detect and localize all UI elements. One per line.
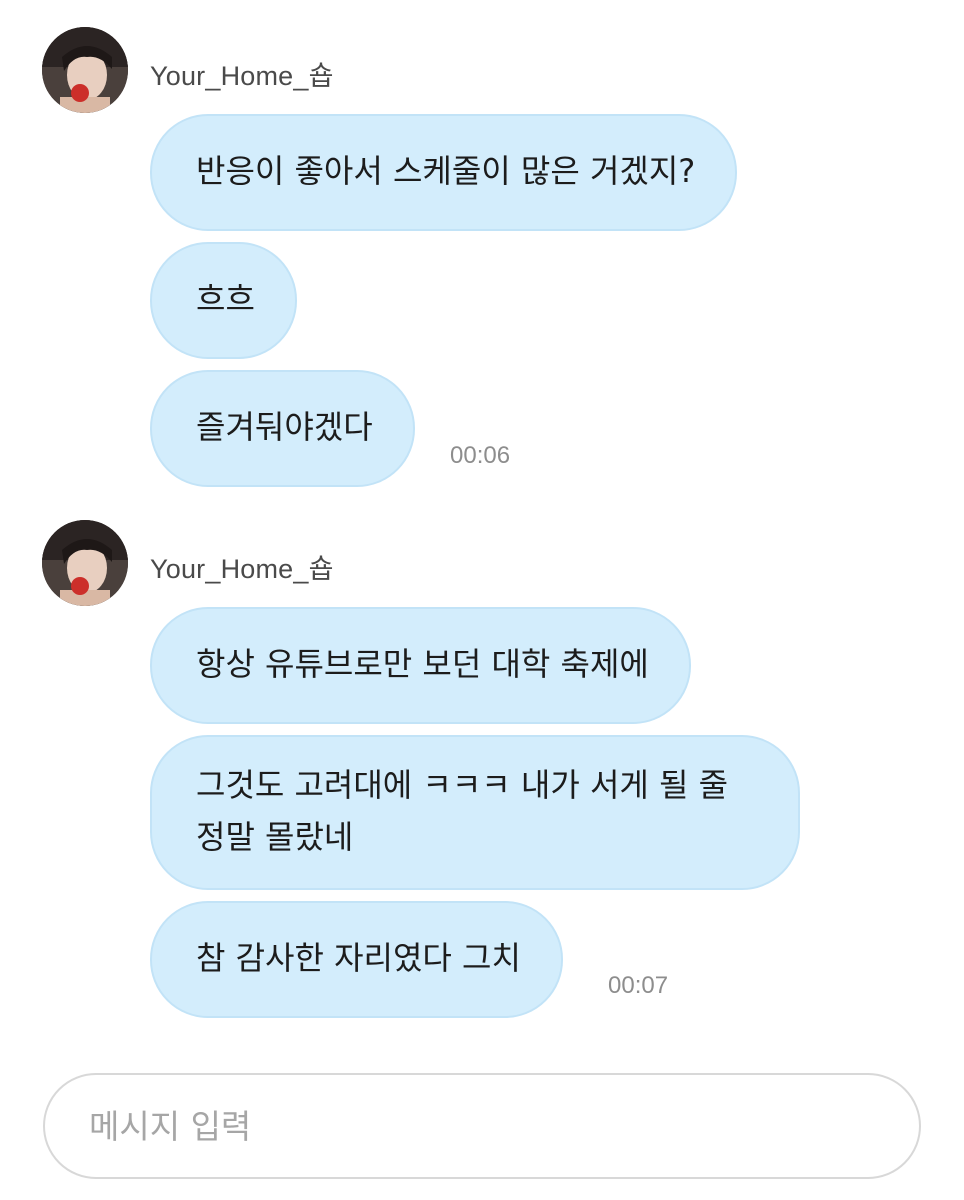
message-input-bar[interactable] [43, 1073, 921, 1179]
message-timestamp: 00:06 [450, 442, 511, 469]
message-bubble[interactable]: 반응이 좋아서 스케줄이 많은 거겠지? [150, 114, 738, 231]
avatar-icon [42, 520, 128, 606]
sender-avatar[interactable] [42, 27, 128, 113]
message-input[interactable] [89, 1075, 869, 1177]
sender-name: Your_Home_숍 [150, 61, 334, 91]
message-bubble[interactable]: 참 감사한 자리였다 그치 [150, 901, 563, 1018]
sender-avatar[interactable] [42, 520, 128, 606]
message-bubble[interactable]: 흐흐 [150, 242, 297, 359]
message-timestamp: 00:07 [608, 972, 669, 999]
message-bubble[interactable]: 그것도 고려대에 ㅋㅋㅋ 내가 서게 될 줄 정말 몰랐네 [150, 735, 800, 890]
sender-name: Your_Home_숍 [150, 554, 334, 584]
chat-screen: Your_Home_숍 반응이 좋아서 스케줄이 많은 거겠지? 흐흐 즐겨둬야… [0, 0, 964, 1200]
message-bubble[interactable]: 항상 유튜브로만 보던 대학 축제에 [150, 607, 691, 724]
message-bubble[interactable]: 즐겨둬야겠다 [150, 370, 415, 487]
avatar-icon [42, 27, 128, 113]
